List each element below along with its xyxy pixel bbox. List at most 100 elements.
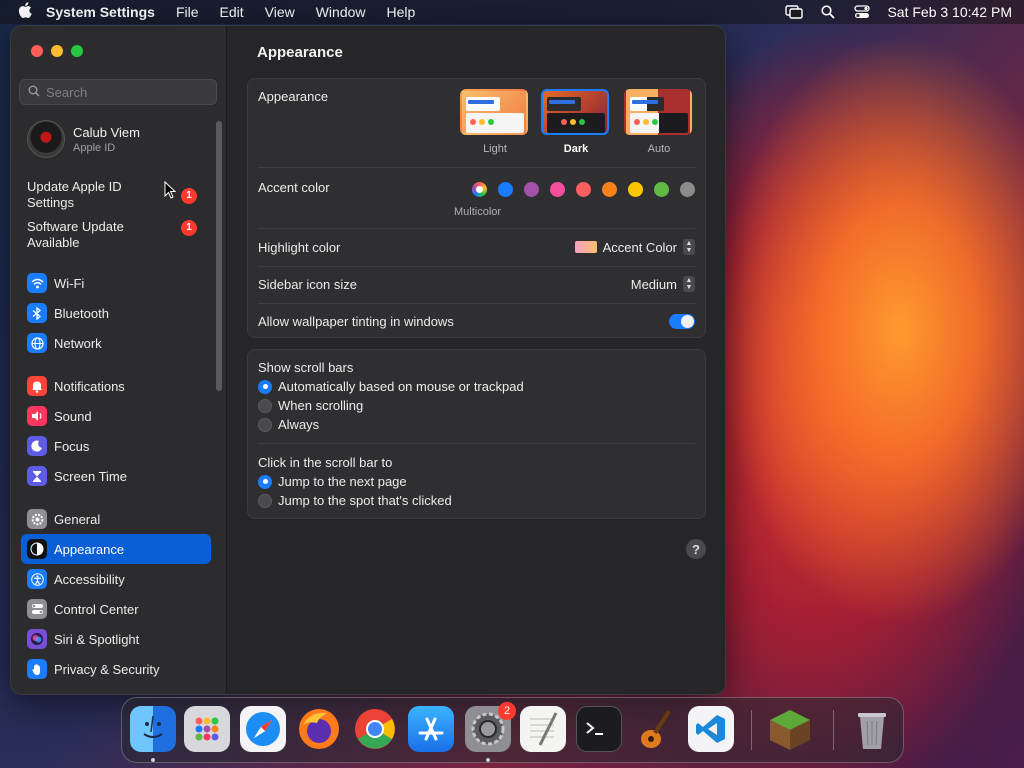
divider [258, 167, 695, 168]
theme-dark[interactable]: Dark [541, 89, 611, 155]
accent-swatch[interactable] [472, 182, 487, 197]
zoom-button[interactable] [71, 45, 83, 57]
theme-auto-label: Auto [647, 143, 671, 155]
accent-swatch[interactable] [524, 182, 539, 197]
accent-swatch[interactable] [602, 182, 617, 197]
menubar-clock[interactable]: Sat Feb 3 10:42 PM [887, 4, 1012, 20]
sidebar-item-label: Bluetooth [54, 305, 109, 321]
spotlight-search-icon[interactable] [819, 5, 837, 19]
radio-button[interactable] [258, 379, 272, 394]
radio-button[interactable] [258, 398, 272, 413]
menu-edit[interactable]: Edit [220, 4, 244, 20]
appearance-icon [27, 539, 47, 559]
sidebar-item-label: General [54, 511, 101, 527]
radio-label: Automatically based on mouse or trackpad [278, 379, 524, 394]
sidebar-item-general[interactable]: General [21, 504, 211, 534]
accent-swatch[interactable] [680, 182, 695, 197]
theme-light[interactable]: Light [460, 89, 530, 155]
menu-bar: System Settings File Edit View Window He… [0, 0, 1024, 24]
theme-auto[interactable]: Auto [624, 89, 694, 155]
apple-id-profile[interactable]: Calub Viem Apple ID [27, 120, 140, 158]
radio-button[interactable] [258, 474, 272, 489]
radio-jump-spot-clicked[interactable]: Jump to the spot that's clicked [258, 493, 452, 508]
divider [258, 266, 695, 267]
sidebar-item-wi-fi[interactable]: Wi-Fi [21, 268, 211, 298]
radio-scroll-automatic[interactable]: Automatically based on mouse or trackpad [258, 379, 524, 394]
radio-button[interactable] [258, 493, 272, 508]
sidebar-item-siri-spotlight[interactable]: Siri & Spotlight [21, 624, 211, 654]
sidebar-item-label: Accessibility [54, 571, 125, 587]
profile-subtitle: Apple ID [73, 141, 116, 154]
sidebar-item-control-center[interactable]: Control Center [21, 594, 211, 624]
sidebar-item-network[interactable]: Network [21, 328, 211, 358]
click-scroll-bar-label: Click in the scroll bar to [258, 455, 393, 470]
sidebar-item-label: Wi-Fi [54, 275, 85, 291]
firefox-icon[interactable] [296, 706, 342, 752]
apple-menu-icon[interactable] [18, 2, 46, 22]
wallpaper-tinting-label: Allow wallpaper tinting in windows [258, 314, 454, 329]
update-apple-id-settings[interactable]: Update Apple ID Settings 1 [27, 179, 207, 211]
content-pane: Appearance Appearance Light Dark Auto Ac… [227, 26, 725, 694]
control-center-icon [27, 599, 47, 619]
accent-swatch[interactable] [576, 182, 591, 197]
moon-icon [27, 436, 47, 456]
menu-window[interactable]: Window [316, 4, 366, 20]
terminal-icon[interactable] [576, 706, 622, 752]
radio-button[interactable] [258, 417, 272, 432]
running-indicator [151, 758, 155, 762]
trash-icon[interactable] [849, 706, 895, 752]
window-controls [31, 45, 83, 57]
notice-label: Update Apple ID Settings [27, 179, 122, 210]
software-update-available[interactable]: Software Update Available 1 [27, 219, 207, 251]
sidebar-item-appearance[interactable]: Appearance [21, 534, 211, 564]
divider [258, 303, 695, 304]
sidebar-icon-size-select[interactable]: Medium ▲ ▼ [631, 276, 695, 292]
search-icon [28, 85, 40, 100]
radio-label: Jump to the next page [278, 474, 407, 489]
sidebar-icon-size-label: Sidebar icon size [258, 277, 357, 292]
radio-jump-next-page[interactable]: Jump to the next page [258, 474, 407, 489]
accent-swatch[interactable] [550, 182, 565, 197]
radio-scroll-when-scrolling[interactable]: When scrolling [258, 398, 363, 413]
accent-swatch[interactable] [628, 182, 643, 197]
search-field[interactable] [19, 79, 217, 105]
chrome-icon[interactable] [352, 706, 398, 752]
menu-app-name[interactable]: System Settings [46, 4, 155, 20]
help-button[interactable]: ? [686, 539, 706, 559]
hand-icon [27, 659, 47, 679]
sidebar-item-label: Sound [54, 408, 92, 424]
launchpad-icon[interactable] [184, 706, 230, 752]
search-input[interactable] [46, 84, 206, 100]
finder-icon[interactable] [130, 706, 176, 752]
textedit-icon[interactable] [520, 706, 566, 752]
sidebar-item-notifications[interactable]: Notifications [21, 371, 211, 401]
radio-label: Always [278, 417, 320, 432]
close-button[interactable] [31, 45, 43, 57]
sidebar-item-label: Siri & Spotlight [54, 631, 140, 647]
control-center-icon[interactable] [853, 5, 871, 19]
vscode-icon[interactable] [688, 706, 734, 752]
sidebar-item-bluetooth[interactable]: Bluetooth [21, 298, 211, 328]
accent-swatch[interactable] [498, 182, 513, 197]
screen-mirroring-icon[interactable] [785, 5, 804, 19]
highlight-color-select[interactable]: Accent Color ▲ ▼ [574, 239, 695, 255]
wallpaper-tinting-toggle[interactable] [669, 314, 695, 329]
dock-separator [751, 710, 752, 750]
sidebar-item-focus[interactable]: Focus [21, 431, 211, 461]
dock-separator [833, 710, 834, 750]
minecraft-icon[interactable] [767, 706, 813, 752]
sidebar-scrollbar[interactable] [216, 121, 222, 391]
minimize-button[interactable] [51, 45, 63, 57]
radio-scroll-always[interactable]: Always [258, 417, 319, 432]
menu-help[interactable]: Help [387, 4, 416, 20]
menu-file[interactable]: File [176, 4, 199, 20]
safari-icon[interactable] [240, 706, 286, 752]
sidebar-item-screen-time[interactable]: Screen Time [21, 461, 211, 491]
sidebar-item-accessibility[interactable]: Accessibility [21, 564, 211, 594]
app-store-icon[interactable] [408, 706, 454, 752]
sidebar-item-privacy-security[interactable]: Privacy & Security [21, 654, 211, 684]
sidebar-item-sound[interactable]: Sound [21, 401, 211, 431]
garageband-icon[interactable] [632, 706, 678, 752]
accent-swatch[interactable] [654, 182, 669, 197]
menu-view[interactable]: View [265, 4, 295, 20]
